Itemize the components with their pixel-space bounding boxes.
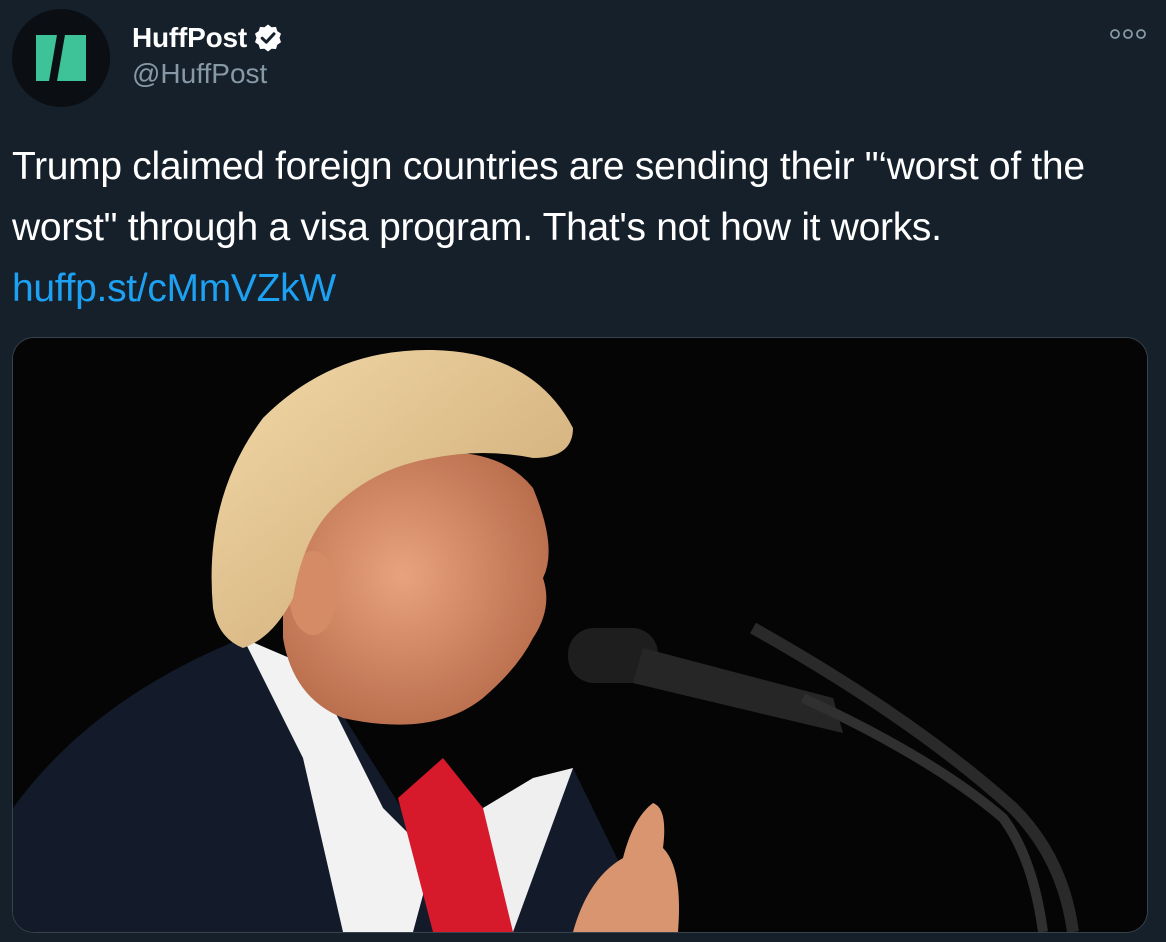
avatar[interactable] — [12, 9, 110, 107]
huffpost-logo-icon — [12, 9, 110, 107]
tweet-text: Trump claimed foreign countries are send… — [12, 136, 1152, 319]
display-name[interactable]: HuffPost — [132, 22, 247, 54]
tweet-card: HuffPost @HuffPost Trump claimed foreign… — [0, 0, 1166, 942]
author-name-row: HuffPost — [132, 20, 283, 56]
author-handle[interactable]: @HuffPost — [132, 58, 267, 90]
verified-badge-icon — [253, 23, 283, 53]
tweet-media-image[interactable] — [12, 337, 1148, 933]
more-options-icon[interactable] — [1108, 24, 1148, 44]
tweet-body: Trump claimed foreign countries are send… — [12, 145, 1096, 249]
tweet-link[interactable]: huffp.st/cMmVZkW — [12, 267, 336, 310]
